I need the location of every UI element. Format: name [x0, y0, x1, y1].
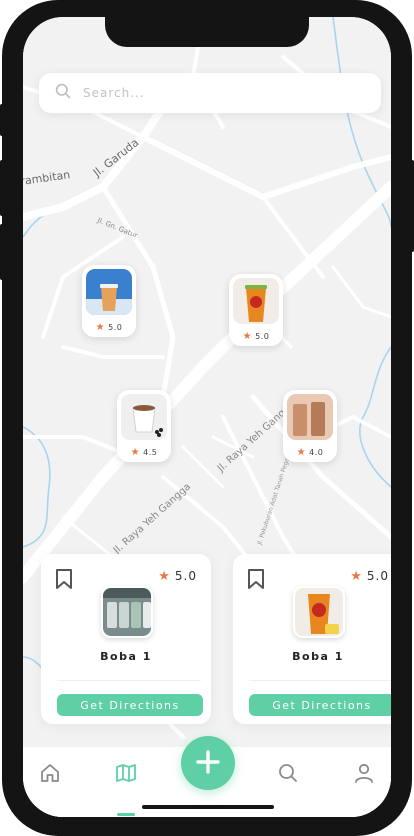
- card-photo: [101, 586, 153, 638]
- volume-down-button: [0, 224, 6, 280]
- search-icon: [277, 762, 299, 788]
- home-indicator: [142, 805, 274, 809]
- marker-photo: [233, 278, 279, 324]
- marker-rating: 5.0: [255, 332, 270, 341]
- search-bar[interactable]: [39, 73, 381, 113]
- star-icon: ★: [95, 322, 106, 333]
- marker-photo: [121, 394, 167, 440]
- volume-up-button: [0, 160, 6, 216]
- marker-rating: 4.0: [309, 448, 324, 457]
- map-marker-4[interactable]: ★ 4.0: [283, 390, 337, 462]
- search-input[interactable]: [83, 86, 363, 100]
- nav-search[interactable]: [274, 761, 302, 789]
- marker-rating: 5.0: [108, 323, 123, 332]
- map-icon: [115, 762, 137, 788]
- marker-rating: 4.5: [143, 448, 158, 457]
- card-rating: ★ 5.0: [350, 569, 389, 584]
- nav-map[interactable]: [112, 761, 140, 789]
- add-button[interactable]: [181, 736, 235, 790]
- place-card[interactable]: ★ 5.0 Boba 1 Get Directions: [233, 554, 391, 724]
- star-icon: ★: [350, 569, 363, 584]
- get-directions-button[interactable]: Get Directions: [57, 694, 203, 716]
- nav-home[interactable]: [36, 761, 64, 789]
- nav-profile[interactable]: [350, 761, 378, 789]
- card-name: Boba 1: [100, 650, 152, 663]
- card-divider: [57, 680, 201, 681]
- card-name: Boba 1: [292, 650, 344, 663]
- star-icon: ★: [158, 569, 171, 584]
- phone-screen: rambitan Jl. Garuda Jl. Gn. Gatur Jl. Ra…: [23, 17, 391, 817]
- card-photo: [293, 586, 345, 638]
- card-rating-value: 5.0: [366, 569, 389, 583]
- notch: [105, 17, 309, 47]
- map-marker-1[interactable]: ★ 5.0: [82, 265, 136, 337]
- marker-photo: [86, 269, 132, 315]
- bookmark-icon[interactable]: [55, 568, 73, 594]
- search-icon: [55, 83, 71, 103]
- map-marker-3[interactable]: ★ 4.5: [117, 390, 171, 462]
- star-icon: ★: [296, 447, 307, 458]
- home-icon: [39, 762, 61, 788]
- get-directions-button[interactable]: Get Directions: [249, 694, 391, 716]
- power-button: [408, 160, 414, 252]
- place-card[interactable]: ★ 5.0 Boba 1 Get Directions: [41, 554, 211, 724]
- star-icon: ★: [242, 331, 253, 342]
- map-marker-2[interactable]: ★ 5.0: [229, 274, 283, 346]
- card-rating-value: 5.0: [174, 569, 197, 583]
- bookmark-icon[interactable]: [247, 568, 265, 594]
- card-rating: ★ 5.0: [158, 569, 197, 584]
- marker-photo: [287, 394, 333, 440]
- plus-icon: [194, 748, 222, 779]
- active-tab-indicator: [117, 813, 135, 816]
- card-divider: [249, 680, 391, 681]
- user-icon: [353, 762, 375, 788]
- mute-switch: [0, 104, 6, 136]
- star-icon: ★: [130, 447, 141, 458]
